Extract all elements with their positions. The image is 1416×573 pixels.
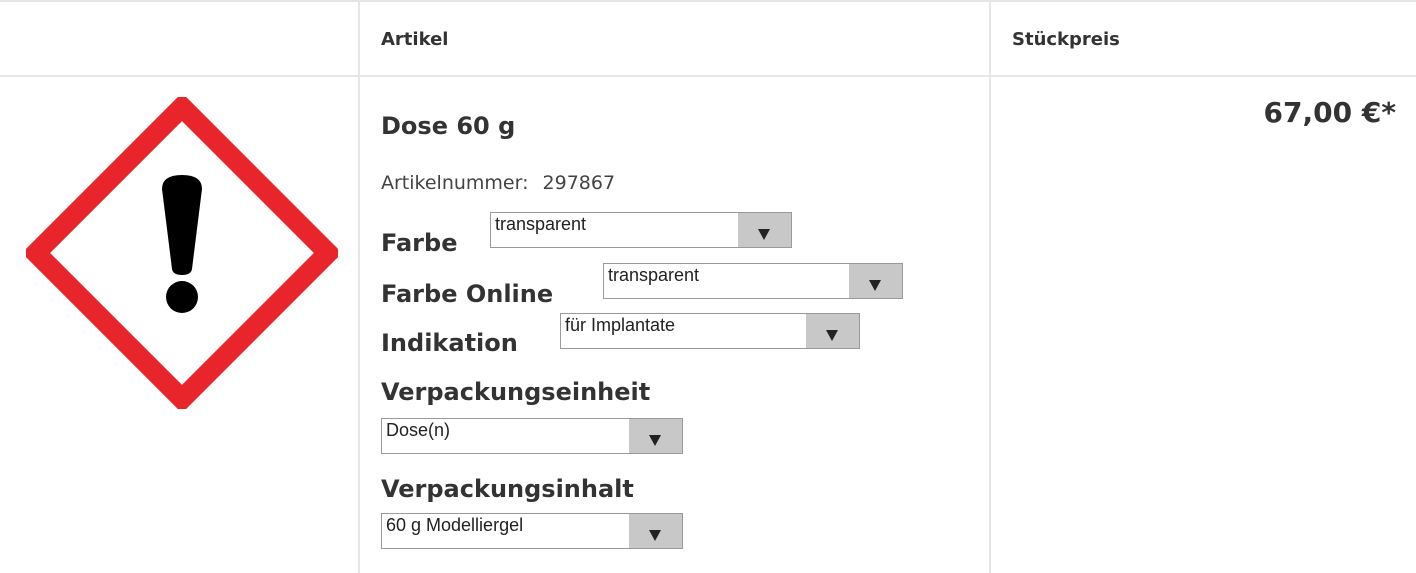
column-divider-2: [989, 0, 991, 573]
farbe-select[interactable]: transparent: [490, 212, 792, 248]
unit-price: 67,00 €*: [1263, 96, 1396, 129]
chevron-down-icon: [758, 229, 770, 240]
article-number-label: Artikelnummer:: [381, 172, 529, 194]
farbe-online-select-button[interactable]: [849, 264, 902, 298]
indikation-select-button[interactable]: [806, 314, 859, 348]
article-number-row: Artikelnummer: 297867: [381, 172, 615, 194]
column-header-article: Artikel: [381, 29, 449, 50]
hazard-exclamation-icon[interactable]: [26, 97, 338, 409]
header-bottom-border: [0, 75, 1416, 77]
option-label-indikation: Indikation: [381, 329, 518, 357]
option-label-farbe: Farbe: [381, 229, 458, 257]
option-label-verpackungsinhalt: Verpackungsinhalt: [381, 475, 634, 503]
farbe-online-select[interactable]: transparent: [603, 263, 903, 299]
column-header-unit-price: Stückpreis: [1012, 29, 1120, 50]
verpackungsinhalt-select[interactable]: 60 g Modelliergel: [381, 513, 683, 549]
column-divider-1: [358, 0, 360, 573]
product-name[interactable]: Dose 60 g: [381, 112, 515, 140]
option-label-farbe-online: Farbe Online: [381, 280, 554, 308]
verpackungsinhalt-select-value: 60 g Modelliergel: [386, 515, 524, 535]
indikation-select-value: für Implantate: [565, 315, 676, 335]
verpackungsinhalt-select-button[interactable]: [629, 514, 682, 548]
article-number-value: 297867: [542, 172, 616, 194]
farbe-online-select-value: transparent: [608, 265, 700, 285]
farbe-select-button[interactable]: [738, 213, 791, 247]
farbe-select-value: transparent: [495, 214, 587, 234]
chevron-down-icon: [649, 530, 661, 541]
chevron-down-icon: [649, 435, 661, 446]
verpackungseinheit-select-value: Dose(n): [386, 420, 451, 440]
chevron-down-icon: [826, 330, 838, 341]
indikation-select[interactable]: für Implantate: [560, 313, 860, 349]
option-label-verpackungseinheit: Verpackungseinheit: [381, 378, 651, 406]
verpackungseinheit-select-button[interactable]: [629, 419, 682, 453]
chevron-down-icon: [869, 280, 881, 291]
verpackungseinheit-select[interactable]: Dose(n): [381, 418, 683, 454]
table-top-border: [0, 0, 1416, 2]
